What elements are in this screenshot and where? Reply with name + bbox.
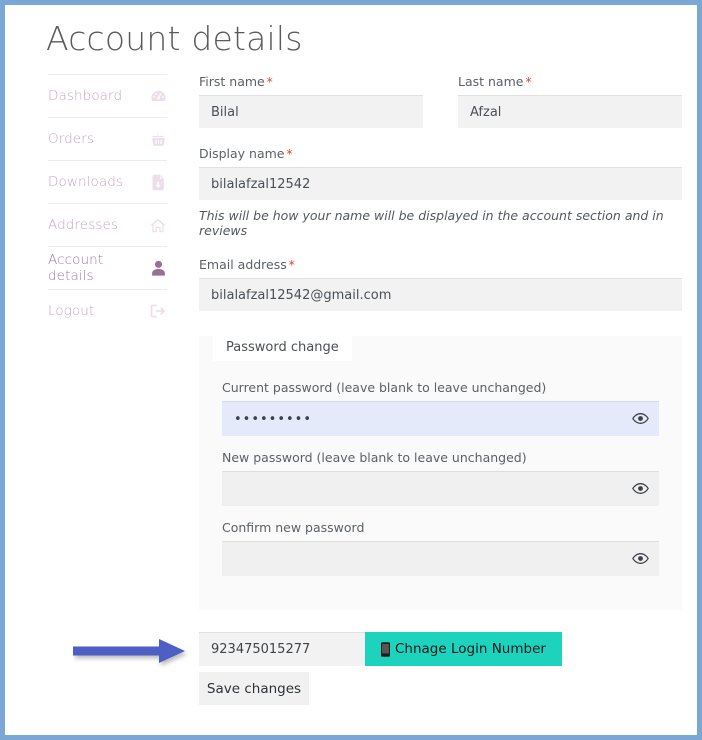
display-name-label: Display name * (199, 146, 682, 161)
change-login-number-label: Chnage Login Number (395, 641, 546, 657)
sidebar-item-label: Addresses (48, 217, 119, 233)
display-name-group: Display name* This will be how your name… (199, 146, 682, 238)
mobile-phone-icon (381, 641, 390, 657)
file-download-icon (149, 173, 167, 191)
sidebar-item-label: Downloads (48, 174, 124, 190)
annotation-arrow (73, 637, 191, 671)
sidebar-item-label: Logout (48, 303, 95, 319)
current-password-wrap (222, 401, 659, 436)
email-group: Email address * (199, 257, 682, 311)
display-name-helper-text: This will be how your name will be displ… (199, 208, 664, 238)
password-change-legend: Password change (213, 332, 352, 361)
home-icon (149, 216, 167, 234)
sidebar-item-downloads[interactable]: Downloads (48, 160, 167, 203)
email-input[interactable] (199, 278, 682, 311)
sign-out-icon (149, 302, 167, 320)
current-password-group: Current password (leave blank to leave u… (222, 380, 659, 436)
display-name-label-text: Display name (199, 146, 285, 161)
first-name-input[interactable] (199, 95, 423, 128)
first-name-group: First name * (199, 74, 423, 128)
sidebar-item-label: Account details (48, 252, 104, 284)
current-password-input[interactable] (222, 401, 659, 436)
new-password-label: New password (leave blank to leave uncha… (222, 450, 527, 465)
browser-window: Account details Dashboard Orders Downloa… (0, 0, 702, 740)
confirm-password-wrap (222, 541, 659, 576)
eye-icon[interactable] (631, 480, 649, 498)
sidebar-item-label: Dashboard (48, 88, 123, 104)
login-number-input[interactable] (199, 632, 365, 666)
confirm-password-input[interactable] (222, 541, 659, 576)
account-sidebar: Dashboard Orders Downloads Addresses Acc… (48, 74, 167, 332)
email-label: Email address * (199, 257, 682, 272)
required-marker: * (525, 75, 532, 89)
new-password-wrap (222, 471, 659, 506)
new-password-input[interactable] (222, 471, 659, 506)
sidebar-item-logout[interactable]: Logout (48, 289, 167, 332)
account-details-form: First name* Last name* Display name* Th (199, 74, 682, 705)
required-marker: * (266, 75, 273, 89)
sidebar-item-label: Orders (48, 131, 94, 147)
sidebar-item-account-details[interactable]: Account details (48, 246, 167, 289)
new-password-group: New password (leave blank to leave uncha… (222, 450, 659, 506)
required-marker: * (288, 258, 295, 272)
page-title: Account details (46, 19, 303, 58)
first-name-label: First name * (199, 74, 423, 89)
display-name-input[interactable] (199, 167, 682, 200)
eye-icon[interactable] (631, 550, 649, 568)
email-label-text: Email address (199, 257, 287, 272)
login-number-row: Chnage Login Number (199, 632, 682, 666)
last-name-input[interactable] (458, 95, 682, 128)
sidebar-item-addresses[interactable]: Addresses (48, 203, 167, 246)
last-name-label-text: Last name (458, 74, 524, 89)
name-row: First name* Last name* (199, 74, 682, 128)
eye-icon[interactable] (631, 410, 649, 428)
current-password-label: Current password (leave blank to leave u… (222, 380, 547, 395)
last-name-label: Last name * (458, 74, 682, 89)
confirm-password-group: Confirm new password (222, 520, 659, 576)
account-details-page: Account details Dashboard Orders Downloa… (5, 5, 697, 735)
user-icon (150, 259, 167, 277)
password-change-section: Password change Current password (leave … (199, 332, 682, 610)
change-login-number-button[interactable]: Chnage Login Number (365, 632, 562, 666)
sidebar-item-dashboard[interactable]: Dashboard (48, 74, 167, 117)
shopping-basket-icon (149, 130, 167, 148)
save-changes-button[interactable]: Save changes (199, 672, 309, 705)
last-name-group: Last name * (458, 74, 682, 128)
sidebar-item-orders[interactable]: Orders (48, 117, 167, 160)
tachometer-icon (149, 87, 167, 105)
confirm-password-label: Confirm new password (222, 520, 365, 535)
first-name-label-text: First name (199, 74, 265, 89)
required-marker: * (286, 147, 293, 161)
